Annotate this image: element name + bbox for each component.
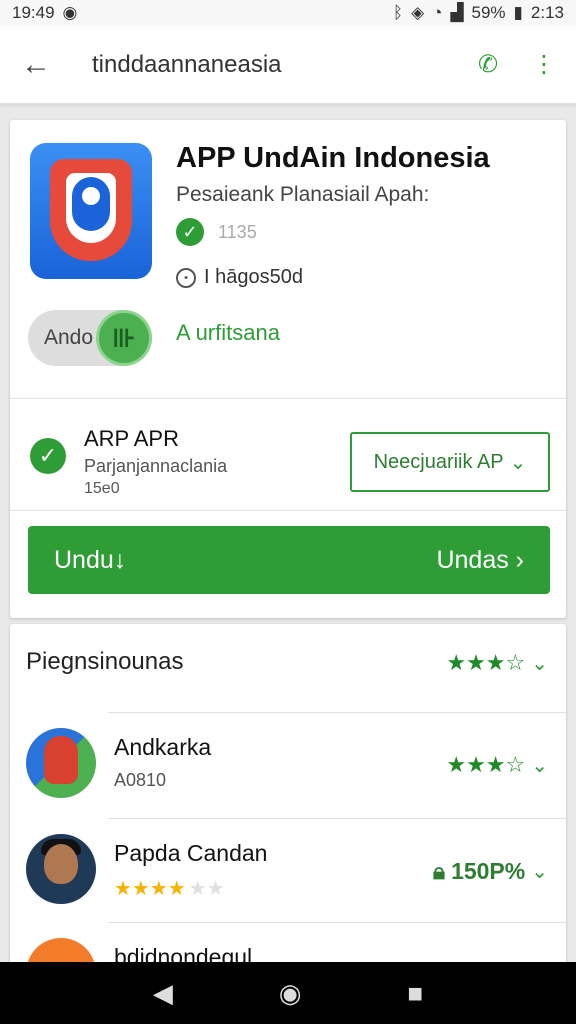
reviews-card: Piegnsinounas ★★★☆ ⌄ Andkarka A0810 ★★★☆… [10, 624, 566, 984]
percent-badge: 🔒︎ 150P% [433, 858, 525, 885]
section-rating[interactable]: ★★★☆ ⌄ [446, 650, 548, 676]
status-time: 19:49 [12, 3, 55, 22]
app-bar-title: tinddaannaneasia [92, 50, 282, 78]
back-triangle-icon[interactable]: ◀ [153, 978, 173, 1009]
download-button[interactable]: Undu↓ Undas › [28, 526, 550, 594]
vibrate-icon: ◈ [411, 3, 425, 22]
rating-stars: ★★★☆ [446, 752, 526, 777]
download-right-label: Undas [436, 545, 509, 574]
download-left-label: Undu↓ [54, 545, 127, 574]
yellow-rating-stars: ★★★★ ★★ [114, 878, 225, 900]
divider [10, 510, 566, 511]
location-text: I hāgos50d [204, 266, 303, 288]
verified-check-icon: ✓ [176, 218, 204, 246]
toggle-knob-icon[interactable]: ⊪ [96, 310, 152, 366]
review-name: Papda Candan [114, 840, 268, 866]
location-pin-icon: • [176, 267, 196, 288]
bluetooth-icon: ᛒ [392, 3, 404, 22]
wifi-icon: ◔ [432, 3, 443, 22]
review-rating[interactable]: 🔒︎ 150P% ⌄ [433, 858, 548, 885]
chevron-down-icon: ⌄ [531, 652, 548, 675]
divider [108, 712, 566, 713]
divider [10, 398, 566, 399]
verified-row: ✓ 1135 [176, 218, 257, 246]
avatar [26, 834, 96, 904]
divider [108, 818, 566, 819]
chevron-down-icon: ⌄ [531, 861, 548, 883]
status-clock: 2:13 [530, 3, 564, 22]
chevron-down-icon: ⌄ [531, 754, 548, 777]
release-title: ARP APR [84, 426, 179, 451]
review-sub: A0810 [114, 770, 167, 790]
download-right-group: Undas › [436, 546, 524, 575]
release-check-icon: ✓ [30, 438, 66, 474]
avatar [26, 728, 96, 798]
back-arrow-icon[interactable]: ← [0, 26, 72, 104]
chevron-down-icon: ⌄ [509, 451, 527, 474]
list-item[interactable]: Papda Candan ★★★★ ★★ 🔒︎ 150P% ⌄ [10, 820, 566, 924]
release-subtitle: Parjanjannaclania [84, 456, 228, 476]
notification-icon: ◉ [62, 3, 78, 22]
signal-icon: ▟ [450, 3, 464, 22]
more-vert-icon[interactable]: ⋮ [520, 41, 568, 89]
list-item[interactable]: Andkarka A0810 ★★★☆ ⌄ [10, 714, 566, 818]
location-row: • I hāgos50d [176, 266, 303, 289]
app-logo-icon [30, 143, 152, 279]
home-circle-icon[interactable]: ◉ [279, 978, 302, 1009]
reviews-section-title: Piegnsinounas [26, 648, 184, 675]
review-rating[interactable]: ★★★☆ ⌄ [446, 752, 548, 778]
phone-icon[interactable]: ✆ [464, 41, 512, 89]
app-detail-card: APP UndAin Indonesia Pesaieank Planasiai… [10, 120, 566, 618]
battery-icon: ▮ [513, 3, 523, 22]
toggle-status-text: A urfitsana [176, 320, 280, 345]
battery-percent: 59% [471, 3, 506, 22]
chevron-right-icon: › [515, 545, 524, 574]
divider [108, 922, 566, 923]
release-number: 15e0 [84, 480, 120, 497]
recents-square-icon[interactable]: ■ [407, 978, 423, 1009]
lock-icon: 🔒︎ [432, 858, 446, 884]
review-percent: 150P% [451, 858, 526, 884]
release-dropdown-button[interactable]: Neecjuariik AP ⌄ [350, 432, 550, 492]
toggle-label: Ando [44, 326, 94, 349]
app-name: APP UndAin Indonesia [176, 142, 490, 174]
review-name: Andkarka [114, 734, 212, 760]
verified-text: 1135 [218, 221, 257, 242]
app-bar: ← tinddaannaneasia ✆ ⋮ [0, 26, 576, 104]
app-subtitle: Pesaieank Planasiail Apah: [176, 183, 430, 206]
rating-stars: ★★★☆ [446, 650, 526, 675]
release-dropdown-label: Neecjuariik AP [373, 450, 504, 473]
system-nav-bar: ◀ ◉ ■ [0, 962, 576, 1024]
status-bar: 19:49 ◉ ᛒ ◈ ◔ ▟ 59% ▮ 2:13 [0, 0, 576, 26]
install-toggle[interactable]: Ando ⊪ [28, 310, 152, 366]
